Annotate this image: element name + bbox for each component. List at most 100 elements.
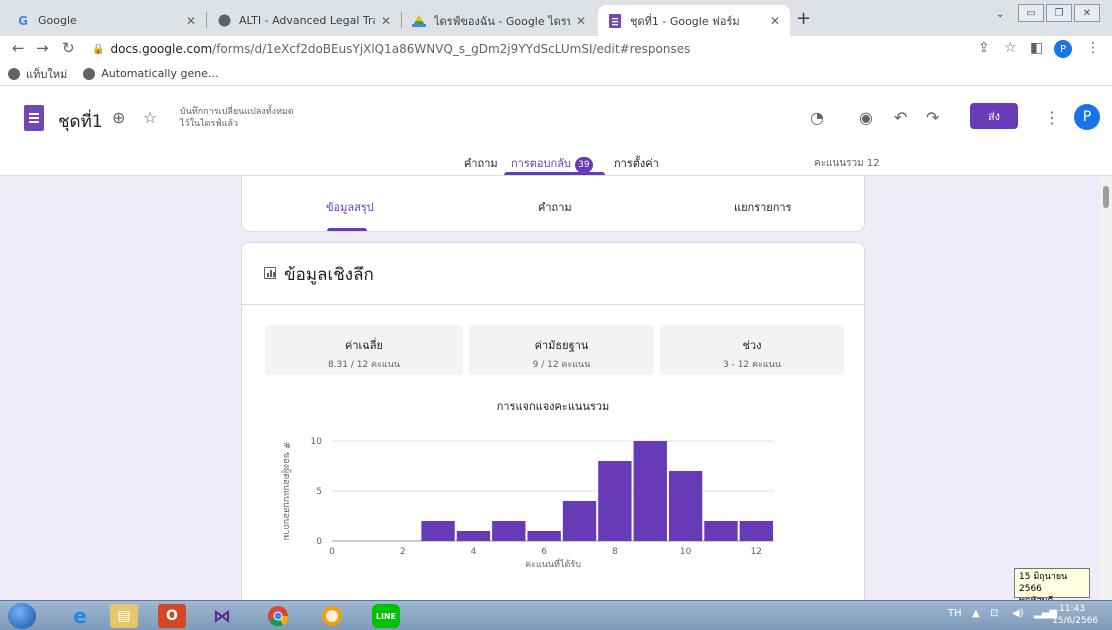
save-status: บันทึกการเปลี่ยนแปลงทั้งหมด ไว้ในไดรฟ์แล… <box>180 106 294 130</box>
histogram-bar <box>492 521 526 541</box>
url-path: /forms/d/1eXcf2doBEusYjXlQ1a86WNVQ_s_gDm… <box>212 42 691 56</box>
back-icon[interactable]: ← <box>12 39 25 57</box>
histogram-bar <box>421 521 455 541</box>
restore-icon[interactable]: ❐ <box>1046 4 1072 22</box>
histogram-bar <box>456 531 491 541</box>
browser-tab-label: ไดรฟ์ของฉัน - Google ไดรฟ์ <box>434 14 570 28</box>
bookmark-automatically[interactable]: Automatically gene... <box>83 67 218 80</box>
side-panel-icon[interactable]: ◧ <box>1030 40 1043 56</box>
undo-icon[interactable]: ↶ <box>894 108 907 127</box>
send-button[interactable]: ส่ง <box>970 103 1018 129</box>
bookmark-label: แท็บใหม่ <box>26 67 68 81</box>
share-icon[interactable]: ⇪ <box>978 40 990 56</box>
tab-responses-label: การตอบกลับ <box>511 157 571 170</box>
profile-avatar[interactable]: P <box>1054 40 1072 58</box>
x-tick-label: 12 <box>751 547 762 557</box>
forward-icon[interactable]: → <box>36 39 49 57</box>
forms-logo-icon[interactable] <box>24 105 44 131</box>
bookmark-label: Automatically gene... <box>101 67 219 80</box>
x-axis-label: คะแนนที่ได้รับ <box>525 557 581 570</box>
scrollbar-thumb[interactable] <box>1103 186 1109 208</box>
globe-icon <box>217 14 231 28</box>
histogram-bar <box>668 471 703 541</box>
more-options-icon[interactable]: ⋮ <box>1044 108 1060 127</box>
globe-icon <box>83 67 96 80</box>
redo-icon[interactable]: ↷ <box>926 108 939 127</box>
star-icon[interactable]: ☆ <box>143 108 157 127</box>
forms-header: ชุดที่1 ⊕ ☆ บันทึกการเปลี่ยนแปลงทั้งหมด … <box>0 86 1112 176</box>
browser-toolbar: ← → ↻ 🔒 docs.google.com/forms/d/1eXcf2do… <box>0 36 1112 62</box>
bookmark-new-tab[interactable]: แท็บใหม่ <box>8 65 67 83</box>
media-app-icon[interactable]: ⋈ <box>208 604 236 628</box>
y-tick-label: 0 <box>316 537 322 547</box>
browser-tab-drive[interactable]: ไดรฟ์ของฉัน - Google ไดรฟ์ ✕ <box>402 5 596 36</box>
clock-date: 15/6/2566 <box>1052 616 1099 626</box>
date-tooltip: 15 มิถุนายน 2566 พฤหัสบดี <box>1014 568 1090 606</box>
reload-icon[interactable]: ↻ <box>62 39 75 57</box>
form-title[interactable]: ชุดที่1 <box>58 108 103 135</box>
browser-tab-alti[interactable]: ALTI - Advanced Legal Training In ✕ <box>207 5 401 36</box>
x-tick-label: 6 <box>541 547 547 557</box>
active-subtab-indicator <box>327 228 367 231</box>
app-orange-icon[interactable] <box>318 604 346 628</box>
address-bar[interactable]: 🔒 docs.google.com/forms/d/1eXcf2doBEusYj… <box>92 38 962 60</box>
internet-explorer-icon[interactable]: e <box>66 604 94 628</box>
y-tick-label: 10 <box>311 437 323 447</box>
browser-tab-label: ชุดที่1 - Google ฟอร์ม <box>630 14 740 28</box>
close-icon[interactable]: ✕ <box>381 14 391 28</box>
tray-expand-icon[interactable]: ▲ <box>972 608 980 619</box>
total-points: คะแนนรวม 12 <box>814 158 880 169</box>
close-icon[interactable]: ✕ <box>770 14 780 28</box>
account-avatar[interactable]: P <box>1074 104 1100 130</box>
subtab-question[interactable]: คำถาม <box>538 198 572 216</box>
histogram-bar <box>527 531 561 541</box>
close-icon[interactable]: ✕ <box>186 14 196 28</box>
summary-subtabs-card: ข้อมูลสรุป คำถาม แยกรายการ <box>241 176 865 232</box>
browser-tab-label: ALTI - Advanced Legal Training In <box>239 14 375 27</box>
histogram-bar <box>739 521 773 541</box>
clock-time: 11:43 <box>1059 604 1085 614</box>
x-tick-label: 0 <box>329 547 335 557</box>
office-icon[interactable]: O <box>158 604 186 628</box>
file-explorer-icon[interactable]: ▤ <box>110 604 138 628</box>
input-language[interactable]: TH <box>948 608 962 619</box>
preview-eye-icon[interactable]: ◉ <box>859 108 873 127</box>
google-icon: G <box>18 13 28 28</box>
active-tab-indicator <box>504 172 605 175</box>
x-tick-label: 8 <box>612 547 618 557</box>
move-to-folder-icon[interactable]: ⊕ <box>112 108 125 127</box>
subtab-individual[interactable]: แยกรายการ <box>734 198 791 216</box>
tab-settings[interactable]: การตั้งค่า <box>614 154 659 172</box>
close-icon[interactable]: ✕ <box>576 14 586 28</box>
line-app-icon[interactable]: LINE <box>372 604 400 628</box>
drive-icon <box>412 14 426 28</box>
bookmarks-bar: แท็บใหม่ Automatically gene... <box>0 62 1112 86</box>
menu-icon[interactable]: ⋮ <box>1086 40 1100 56</box>
windows-taskbar: e ▤ O ⋈ LINE TH ▲ ⊡ ◀) ▂▄▆ 11:43 15/6/25… <box>0 600 1112 630</box>
system-clock[interactable]: 11:43 15/6/2566 <box>1052 603 1099 627</box>
start-button[interactable] <box>8 603 36 629</box>
insights-card: ข้อมูลเชิงลึก ค่าเฉลี่ย 8.31 / 12 คะแนน … <box>241 242 865 630</box>
histogram-bar <box>598 461 632 541</box>
histogram-bar <box>704 521 738 541</box>
tab-search-icon[interactable]: ⌄ <box>996 9 1004 20</box>
chrome-icon[interactable] <box>264 604 292 628</box>
volume-icon[interactable]: ◀) <box>1012 608 1024 619</box>
close-window-icon[interactable]: ✕ <box>1074 4 1100 22</box>
page-scrollbar[interactable] <box>1100 176 1112 600</box>
bookmark-star-icon[interactable]: ☆ <box>1004 40 1017 56</box>
browser-tab-strip: G Google ✕ ALTI - Advanced Legal Trainin… <box>0 0 1112 36</box>
url-host: docs.google.com <box>110 42 213 56</box>
tab-responses[interactable]: การตอบกลับ 39 <box>511 154 593 173</box>
new-tab-button[interactable]: + <box>796 8 811 29</box>
x-tick-label: 2 <box>400 547 406 557</box>
network-icon[interactable]: ⊡ <box>990 608 998 619</box>
x-tick-label: 4 <box>471 547 477 557</box>
minimize-icon[interactable]: ▭ <box>1018 4 1044 22</box>
subtab-summary[interactable]: ข้อมูลสรุป <box>326 198 374 216</box>
browser-tab-google[interactable]: G Google ✕ <box>6 5 206 36</box>
tab-questions[interactable]: คำถาม <box>464 154 498 172</box>
browser-tab-forms[interactable]: ชุดที่1 - Google ฟอร์ม ✕ <box>598 5 790 36</box>
y-axis-label: # ของผู้ตอบแบบสอบถาม <box>281 442 292 541</box>
palette-icon[interactable]: ◔ <box>810 108 824 127</box>
